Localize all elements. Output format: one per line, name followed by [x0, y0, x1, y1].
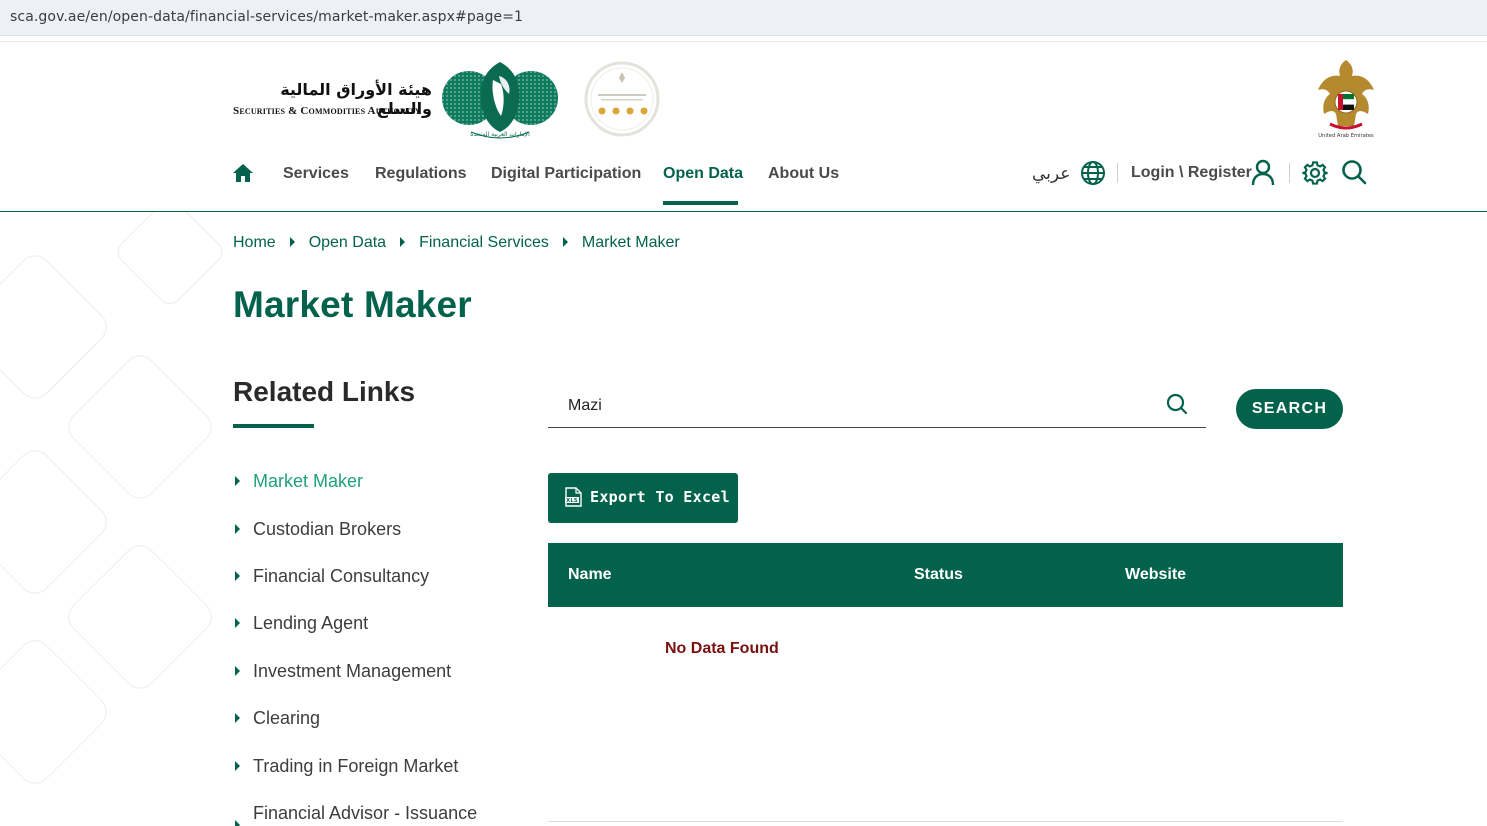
column-website[interactable]: Website: [1125, 566, 1186, 584]
related-links-underline: [233, 424, 314, 428]
url-text[interactable]: sca.gov.ae/en/open-data/financial-servic…: [10, 9, 523, 25]
caret-right-icon: [235, 524, 240, 534]
export-excel-button[interactable]: XLS Export To Excel: [548, 473, 738, 523]
page-title: Market Maker: [233, 284, 472, 325]
results-table-header: Name Status Website: [548, 543, 1343, 607]
related-links-title: Related Links: [233, 376, 416, 407]
logo-english-text: Securities & Commodities Authority: [233, 105, 421, 117]
caret-right-icon: [235, 713, 240, 723]
table-divider: [548, 821, 1343, 822]
language-switch[interactable]: عربي: [1032, 164, 1070, 184]
search-icon[interactable]: [1165, 392, 1189, 416]
svg-text:XLS: XLS: [566, 498, 578, 504]
nav-separator: [1289, 163, 1290, 183]
sca-emblem-icon: الإمارات العربية المتحدة: [442, 62, 558, 139]
breadcrumb-home[interactable]: Home: [233, 234, 276, 252]
nav-regulations[interactable]: Regulations: [375, 165, 467, 183]
uae-label: United Arab Emirates: [1318, 133, 1374, 139]
export-excel-label: Export To Excel: [590, 488, 730, 506]
search-input[interactable]: [548, 386, 1148, 426]
nav-open-data[interactable]: Open Data: [663, 165, 743, 183]
browser-url-bar[interactable]: sca.gov.ae/en/open-data/financial-servic…: [0, 0, 1487, 36]
caret-right-icon: [235, 761, 240, 771]
search-icon[interactable]: [1341, 159, 1367, 185]
caret-right-icon: [235, 618, 240, 628]
home-icon[interactable]: [232, 163, 254, 183]
award-badge-icon: [584, 61, 660, 137]
breadcrumb-financial-services[interactable]: Financial Services: [419, 234, 549, 252]
breadcrumb-separator-icon: [562, 237, 568, 247]
search-button[interactable]: SEARCH: [1236, 389, 1343, 429]
browser-divider: [0, 36, 1487, 42]
breadcrumb-separator-icon: [289, 237, 295, 247]
breadcrumb-current: Market Maker: [581, 234, 680, 251]
background-pattern: [0, 212, 240, 826]
excel-file-icon: XLS: [565, 487, 582, 507]
search-field: [548, 386, 1206, 428]
nav-services[interactable]: Services: [283, 165, 349, 183]
gear-icon[interactable]: [1302, 160, 1328, 186]
nav-digital-participation[interactable]: Digital Participation: [491, 165, 641, 183]
header-divider: [0, 211, 1487, 212]
user-icon[interactable]: [1251, 159, 1275, 186]
nav-active-indicator: [663, 201, 738, 205]
uae-emblem-icon: United Arab Emirates: [1318, 60, 1374, 139]
caret-right-icon: [235, 476, 240, 486]
breadcrumb: Home Open Data Financial Services Market Ma…: [233, 234, 680, 252]
no-data-message: No Data Found: [665, 640, 779, 657]
caret-right-icon: [235, 666, 240, 676]
column-status[interactable]: Status: [914, 566, 963, 584]
nav-separator: [1117, 163, 1118, 183]
caret-right-icon: [235, 571, 240, 581]
login-register-link[interactable]: Login \ Register: [1131, 164, 1252, 182]
breadcrumb-separator-icon: [400, 237, 406, 247]
column-name[interactable]: Name: [568, 566, 612, 584]
emblem-caption: الإمارات العربية المتحدة: [470, 131, 530, 138]
sca-logo[interactable]: هيئة الأوراق المالية والسلع Securities &…: [232, 58, 562, 144]
globe-icon[interactable]: [1080, 160, 1106, 186]
caret-right-icon: [235, 820, 240, 826]
breadcrumb-open-data[interactable]: Open Data: [309, 234, 386, 252]
nav-about-us[interactable]: About Us: [768, 165, 839, 183]
